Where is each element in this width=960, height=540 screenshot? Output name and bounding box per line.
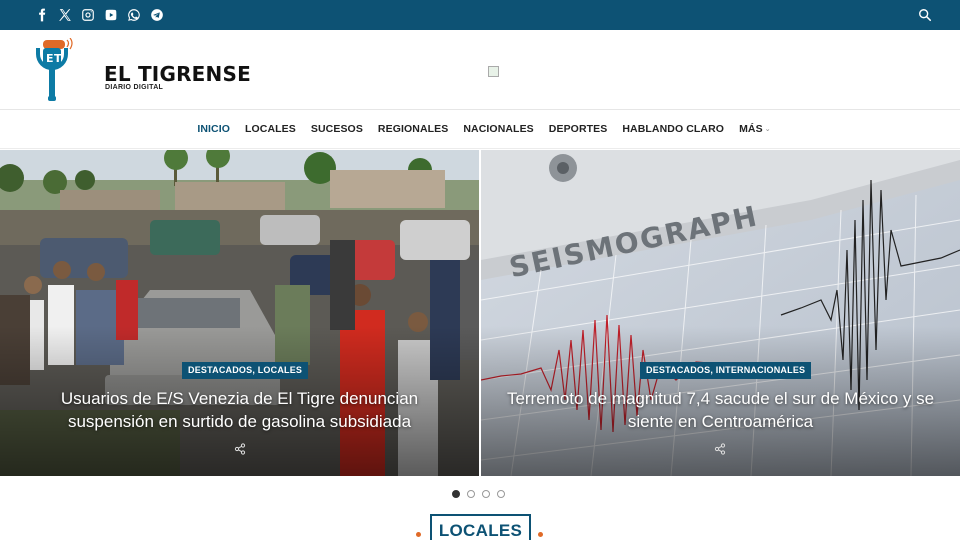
nav-item-deportes[interactable]: DEPORTES — [549, 123, 608, 135]
featured-slider: DESTACADOS, LOCALES Usuarios de E/S Vene… — [0, 150, 960, 476]
section-title: LOCALES — [438, 521, 523, 540]
search-icon[interactable] — [918, 8, 932, 22]
slider-dot-4[interactable] — [497, 490, 505, 498]
chevron-down-icon: ⌄ — [764, 126, 771, 133]
top-bar — [0, 0, 960, 30]
nav-item-locales[interactable]: LOCALES — [245, 123, 296, 135]
section-heading-locales[interactable]: LOCALES — [430, 514, 531, 540]
nav-item-regionales[interactable]: REGIONALES — [378, 123, 448, 135]
logo-title: EL TIGRENSE — [104, 62, 251, 86]
svg-text:E: E — [46, 52, 54, 65]
slider-dot-1[interactable] — [452, 490, 460, 498]
share-icon[interactable] — [714, 442, 726, 455]
nav-item-hablando-claro[interactable]: HABLANDO CLARO — [622, 123, 724, 135]
slider-dot-2[interactable] — [467, 490, 475, 498]
social-links — [34, 6, 165, 24]
broken-banner-image[interactable] — [488, 66, 499, 77]
section-decor-dot-left — [416, 532, 421, 537]
svg-text:T: T — [54, 52, 62, 65]
whatsapp-icon[interactable] — [126, 6, 142, 24]
facebook-icon[interactable] — [34, 6, 50, 24]
telegram-icon[interactable] — [149, 6, 165, 24]
logo-subtitle: DIARIO DIGITAL — [105, 84, 164, 91]
slide-gasoline[interactable]: DESTACADOS, LOCALES Usuarios de E/S Vene… — [0, 150, 479, 476]
slide-headline[interactable]: Usuarios de E/S Venezia de El Tigre denu… — [0, 387, 479, 433]
microphone-icon: E T — [36, 38, 73, 101]
x-twitter-icon[interactable] — [57, 6, 73, 24]
slider-pagination — [452, 490, 505, 498]
instagram-icon[interactable] — [80, 6, 96, 24]
share-icon[interactable] — [234, 442, 246, 455]
site-logo[interactable]: E T EL TIGRENSE DIARIO DIGITAL — [34, 38, 251, 104]
nav-item-sucesos[interactable]: SUCESOS — [311, 123, 363, 135]
section-decor-dot-right — [538, 532, 543, 537]
slide-category[interactable]: DESTACADOS, INTERNACIONALES — [640, 362, 812, 379]
nav-item-inicio[interactable]: INICIO — [197, 123, 230, 135]
slide-headline[interactable]: Terremoto de magnitud 7,4 sacude el sur … — [481, 387, 960, 433]
nav-item-nacionales[interactable]: NACIONALES — [463, 123, 533, 135]
slide-earthquake[interactable]: SEISMOGRAPH DESTACADOS, INTERNACIONALES … — [481, 150, 960, 476]
main-nav: INICIO LOCALES SUCESOS REGIONALES NACION… — [0, 111, 960, 149]
nav-item-mas[interactable]: MÁS ⌄ — [739, 123, 771, 135]
site-header: E T EL TIGRENSE DIARIO DIGITAL — [0, 30, 960, 110]
slide-category[interactable]: DESTACADOS, LOCALES — [182, 362, 309, 379]
youtube-icon[interactable] — [103, 6, 119, 24]
nav-item-mas-label: MÁS — [739, 123, 763, 135]
slider-dot-3[interactable] — [482, 490, 490, 498]
